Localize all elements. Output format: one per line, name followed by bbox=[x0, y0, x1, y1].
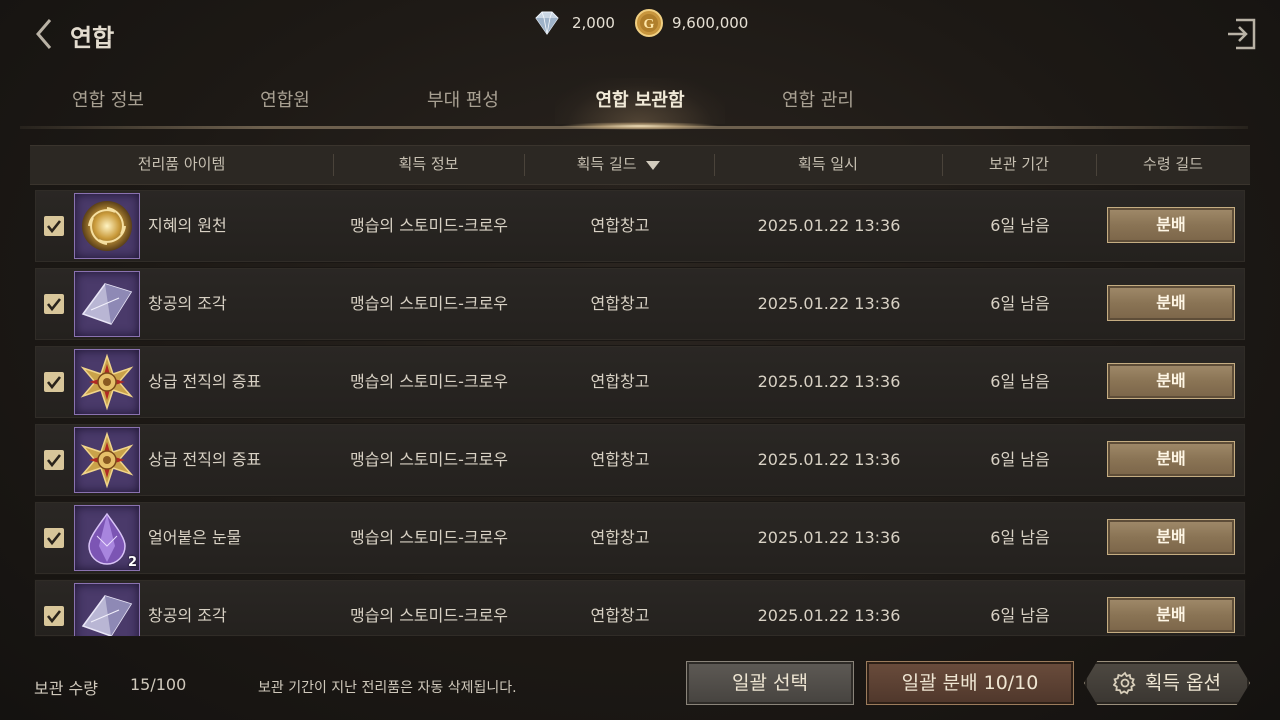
gold-currency: G 9,600,000 bbox=[634, 9, 749, 37]
col-period: 보관 기간 bbox=[989, 155, 1049, 173]
acquire-info: 맹습의 스토미드-크로우 bbox=[349, 372, 509, 391]
row-checkbox[interactable] bbox=[44, 450, 64, 470]
col-guild-sort[interactable]: 획득 길드 bbox=[524, 146, 714, 184]
gold-amount: 9,600,000 bbox=[672, 14, 749, 32]
acquire-info: 맹습의 스토미드-크로우 bbox=[349, 450, 509, 469]
acquire-info: 맹습의 스토미드-크로우 bbox=[349, 294, 509, 313]
distribute-button[interactable]: 분배 bbox=[1107, 363, 1235, 399]
col-info: 획득 정보 bbox=[398, 155, 459, 173]
gold-coin-icon: G bbox=[635, 9, 663, 37]
acquire-date: 2025.01.22 13:36 bbox=[757, 216, 901, 235]
exit-button[interactable] bbox=[1224, 16, 1258, 52]
acquire-info: 맹습의 스토미드-크로우 bbox=[349, 528, 509, 547]
col-guild: 획득 길드 bbox=[576, 155, 637, 173]
item-slot[interactable] bbox=[74, 271, 140, 337]
item-slot[interactable] bbox=[74, 349, 140, 415]
acquire-options-label: 획득 옵션 bbox=[1145, 672, 1221, 694]
distribute-button[interactable]: 분배 bbox=[1107, 207, 1235, 243]
acquire-options-button[interactable]: 획득 옵션 bbox=[1084, 661, 1250, 705]
item-slot[interactable] bbox=[74, 427, 140, 493]
tab-bar: 연합 정보 연합원 부대 편성 연합 보관함 연합 관리 bbox=[30, 78, 1250, 128]
acquire-guild: 연합창고 bbox=[590, 294, 650, 313]
gear-icon bbox=[1113, 671, 1136, 695]
table-header: 전리품 아이템 획득 정보 획득 길드 획득 일시 보관 기간 수령 길드 bbox=[30, 145, 1250, 185]
row-checkbox[interactable] bbox=[44, 528, 64, 548]
tab-union-info[interactable]: 연합 정보 bbox=[30, 78, 186, 124]
acquire-date: 2025.01.22 13:36 bbox=[757, 450, 901, 469]
checkmark-icon bbox=[46, 454, 62, 468]
distribute-button[interactable]: 분배 bbox=[1107, 441, 1235, 477]
tab-union-storage[interactable]: 연합 보관함 bbox=[555, 78, 725, 124]
acquire-info: 맹습의 스토미드-크로우 bbox=[349, 216, 509, 235]
acquire-guild: 연합창고 bbox=[590, 606, 650, 625]
exit-door-icon bbox=[1228, 18, 1256, 50]
col-date: 획득 일시 bbox=[798, 155, 858, 173]
item-name: 지혜의 원천 bbox=[148, 216, 227, 235]
row-checkbox[interactable] bbox=[44, 294, 64, 314]
select-all-button[interactable]: 일괄 선택 bbox=[686, 661, 854, 705]
table-row[interactable]: 창공의 조각 맹습의 스토미드-크로우 연합창고 2025.01.22 13:36 6일… bbox=[34, 579, 1246, 637]
row-checkbox[interactable] bbox=[44, 372, 64, 392]
checkmark-icon bbox=[46, 376, 62, 390]
table-row[interactable]: 상급 전직의 증표 맹습의 스토미드-크로우 연합창고 2025.01.22 13:3… bbox=[34, 423, 1246, 497]
checkmark-icon bbox=[46, 610, 62, 624]
tab-members[interactable]: 연합원 bbox=[220, 78, 350, 124]
acquire-guild: 연합창고 bbox=[590, 372, 650, 391]
storage-period: 6일 남음 bbox=[990, 606, 1050, 625]
acquire-date: 2025.01.22 13:36 bbox=[757, 528, 901, 547]
diamond-icon bbox=[535, 11, 559, 35]
storage-label: 보관 수량 bbox=[34, 679, 98, 698]
back-button[interactable] bbox=[30, 14, 60, 54]
col-item: 전리품 아이템 bbox=[137, 155, 226, 173]
storage-period: 6일 남음 bbox=[990, 450, 1050, 469]
acquire-info: 맹습의 스토미드-크로우 bbox=[349, 606, 509, 625]
table-row[interactable]: 상급 전직의 증표 맹습의 스토미드-크로우 연합창고 2025.01.22 13:3… bbox=[34, 345, 1246, 419]
checkmark-icon bbox=[46, 298, 62, 312]
storage-period: 6일 남음 bbox=[990, 294, 1050, 313]
item-slot[interactable]: 2 bbox=[74, 505, 140, 571]
item-count: 2 bbox=[127, 555, 137, 570]
item-name: 상급 전직의 증표 bbox=[148, 372, 262, 391]
checkmark-icon bbox=[46, 532, 62, 546]
storage-period: 6일 남음 bbox=[990, 216, 1050, 235]
table-row[interactable]: 2 얼어붙은 눈물 맹습의 스토미드-크로우 연합창고 2025.01.22 13:36… bbox=[34, 501, 1246, 575]
table-row[interactable]: 창공의 조각 맹습의 스토미드-크로우 연합창고 2025.01.22 13:36 6일… bbox=[34, 267, 1246, 341]
item-slot[interactable] bbox=[74, 583, 140, 636]
active-tab-indicator bbox=[560, 122, 720, 130]
distribute-all-button[interactable]: 일괄 분배 10/10 bbox=[866, 661, 1074, 705]
storage-count: 15/100 bbox=[130, 675, 187, 694]
item-name: 창공의 조각 bbox=[148, 294, 227, 313]
item-name: 상급 전직의 증표 bbox=[148, 450, 262, 469]
distribute-button[interactable]: 분배 bbox=[1107, 519, 1235, 555]
acquire-date: 2025.01.22 13:36 bbox=[757, 372, 901, 391]
item-name: 창공의 조각 bbox=[148, 606, 227, 625]
item-name: 얼어붙은 눈물 bbox=[148, 528, 242, 547]
auto-delete-notice: 보관 기간이 지난 전리품은 자동 삭제됩니다. bbox=[258, 680, 517, 696]
storage-period: 6일 남음 bbox=[990, 372, 1050, 391]
triangle-down-icon bbox=[646, 160, 661, 170]
acquire-date: 2025.01.22 13:36 bbox=[757, 606, 901, 625]
tab-squad[interactable]: 부대 편성 bbox=[385, 78, 541, 124]
acquire-guild: 연합창고 bbox=[590, 450, 650, 469]
acquire-guild: 연합창고 bbox=[590, 216, 650, 235]
diamond-currency: 2,000 bbox=[530, 10, 615, 36]
table-row[interactable]: 지혜의 원천 맹습의 스토미드-크로우 연합창고 2025.01.22 13:36 6일… bbox=[34, 189, 1246, 263]
diamond-amount: 2,000 bbox=[572, 14, 615, 32]
acquire-date: 2025.01.22 13:36 bbox=[757, 294, 901, 313]
row-checkbox[interactable] bbox=[44, 216, 64, 236]
tab-union-manage[interactable]: 연합 관리 bbox=[740, 78, 896, 124]
item-slot[interactable] bbox=[74, 193, 140, 259]
page-title: 연합 bbox=[70, 24, 115, 52]
chevron-left-icon bbox=[36, 19, 52, 49]
col-receive-guild: 수령 길드 bbox=[1143, 155, 1203, 173]
svg-text:G: G bbox=[644, 17, 655, 32]
row-checkbox[interactable] bbox=[44, 606, 64, 626]
checkmark-icon bbox=[46, 220, 62, 234]
acquire-guild: 연합창고 bbox=[590, 528, 650, 547]
distribute-button[interactable]: 분배 bbox=[1107, 597, 1235, 633]
storage-period: 6일 남음 bbox=[990, 528, 1050, 547]
distribute-button[interactable]: 분배 bbox=[1107, 285, 1235, 321]
